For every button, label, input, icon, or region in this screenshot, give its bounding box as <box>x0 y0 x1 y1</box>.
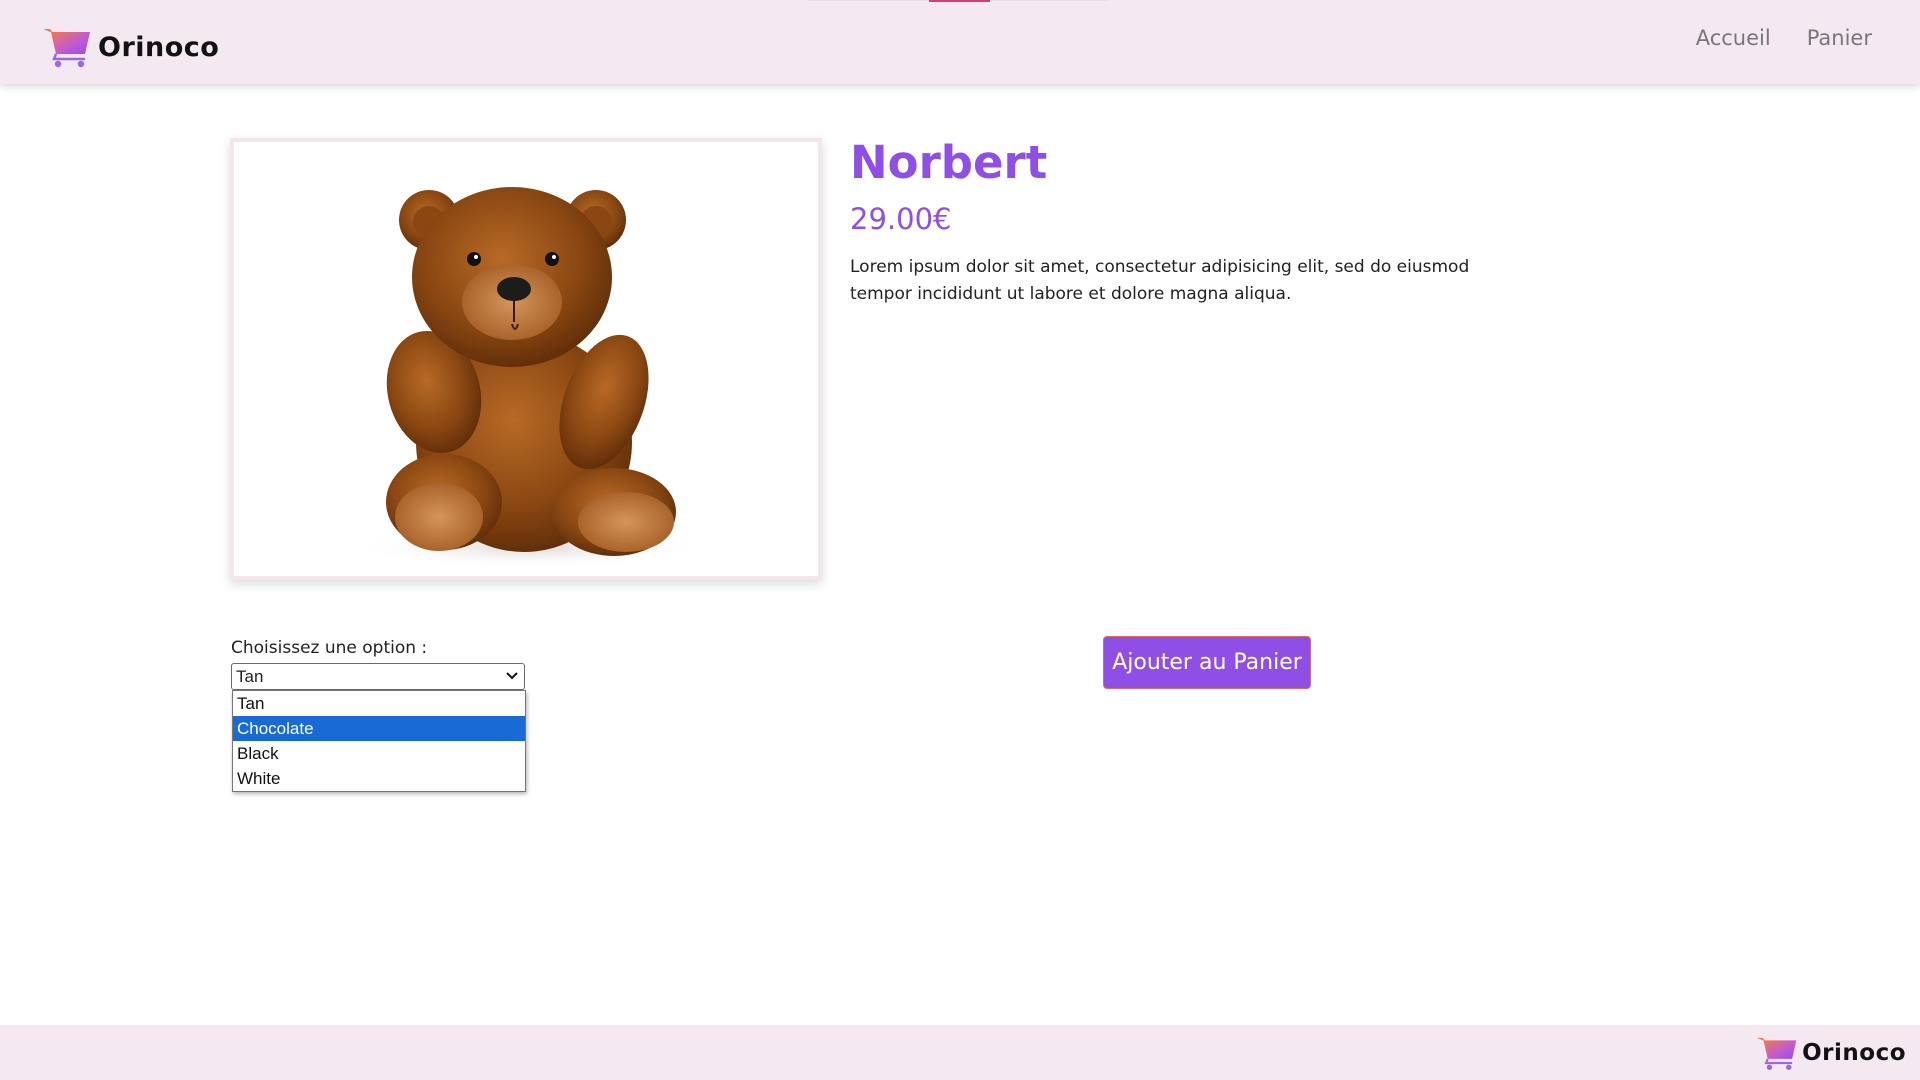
option-select-value: Tan <box>236 667 264 686</box>
chevron-down-icon <box>506 672 518 680</box>
teddy-bear-image <box>350 187 710 569</box>
product-description: Lorem ipsum dolor sit amet, consectetur … <box>850 257 1470 304</box>
option-label: Choisissez une option : <box>231 638 428 658</box>
shopping-cart-icon <box>1756 1037 1797 1070</box>
nav-link-accueil[interactable]: Accueil <box>1696 26 1771 50</box>
top-accent-mark <box>929 0 990 2</box>
option-dropdown-list: Tan Chocolate Black White <box>232 690 526 792</box>
option-item-white[interactable]: White <box>233 766 525 791</box>
header-logo[interactable]: Orinoco <box>42 26 219 68</box>
add-to-cart-button[interactable]: Ajouter au Panier <box>1103 636 1311 689</box>
site-header: Orinoco Accueil Panier <box>0 0 1920 84</box>
main-nav: Accueil Panier <box>1696 26 1872 50</box>
option-item-chocolate[interactable]: Chocolate <box>233 716 525 741</box>
brand-name: Orinoco <box>98 31 220 63</box>
option-item-black[interactable]: Black <box>233 741 525 766</box>
product-title: Norbert <box>850 136 1048 189</box>
nav-link-panier[interactable]: Panier <box>1807 26 1872 50</box>
product-price: 29.00€ <box>850 202 952 236</box>
shopping-cart-icon <box>43 29 90 68</box>
product-image <box>230 138 822 580</box>
option-item-tan[interactable]: Tan <box>233 691 525 716</box>
footer-brand-name: Orinoco <box>1802 1040 1906 1066</box>
footer-logo[interactable]: Orinoco <box>1756 1035 1906 1071</box>
site-footer <box>0 1025 1920 1080</box>
option-select[interactable]: Tan <box>231 663 525 690</box>
